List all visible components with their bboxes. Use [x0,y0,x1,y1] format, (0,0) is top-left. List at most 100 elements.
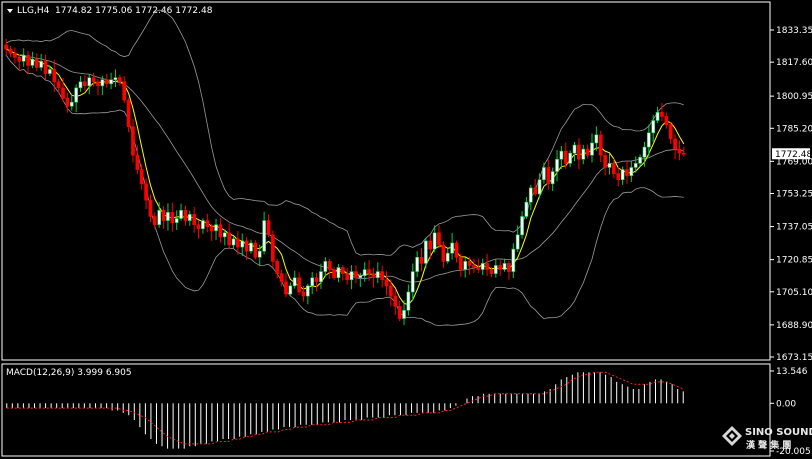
candle-body [572,144,577,154]
candle-body [616,173,621,181]
macd-tick-label: 0.00 [776,399,796,409]
candle-body [183,210,188,221]
price-tick-label: 1753.25 [776,190,812,200]
candle-body [17,56,22,62]
candle-body [48,69,52,74]
price-tick-label: 1737.05 [776,223,812,233]
candle-body [642,146,647,158]
candle-body [78,81,83,89]
candle-body [218,224,223,238]
candle-body [428,240,433,250]
candle-body [612,163,616,174]
candle-body [262,220,266,252]
candle-body [292,277,297,287]
candle-body [126,99,131,127]
candle-body [83,81,87,87]
candle-body [559,150,564,160]
candle-body [590,142,594,156]
candle-body [511,248,516,272]
trading-chart: LLG,H4 1774.82 1775.06 1772.46 1772.48 1… [0,0,812,459]
price-tick-label: 1785.20 [776,124,812,134]
logo-chinese: 漢 聲 集 團 [746,439,791,451]
candle-body [537,179,542,195]
candle [253,240,258,260]
candle-body [450,242,454,254]
candle-body [668,124,673,140]
candle-body [301,291,306,297]
candle-body [244,240,249,252]
symbol-label: LLG,H4 [17,6,50,16]
candle-body [362,269,367,276]
candle-body [174,218,179,223]
candle-body [581,148,586,160]
candle-body [485,263,489,270]
candle-body [201,220,205,230]
candle-body [39,61,43,68]
candle-body [607,163,612,168]
price-tick-label: 1688.90 [776,321,812,331]
candle-body [528,187,533,203]
price-tick-label: 1705.10 [776,288,812,298]
candle-body [74,87,78,103]
price-tick-label: 1817.60 [776,58,812,68]
candle-body [393,295,398,307]
candle-body [406,291,411,311]
candle-body [310,277,315,287]
candle-body [113,77,118,81]
candle-body [100,79,105,87]
candle-body [170,212,175,223]
candle-body [275,261,280,274]
candle-body [563,150,568,164]
candle-body [196,224,201,230]
candle-body [502,263,507,270]
candle-body [43,61,48,74]
candle-body [603,154,607,168]
candle-body [384,279,389,287]
candle-body [585,148,590,156]
candle-body [21,54,26,62]
candle-body [26,54,30,66]
candle-body [222,232,227,238]
candle-body [144,183,148,201]
candle-body [69,101,74,107]
ohlc-readout: 1774.82 1775.06 1772.46 1772.48 [55,6,213,16]
price-tick-label: 1673.15 [776,353,812,363]
candle-body [441,244,446,262]
candle-body [323,261,328,272]
candle-body [61,87,65,99]
candle-body [332,269,336,278]
candle-body [375,271,380,278]
candle-body [681,152,686,155]
candle-body [598,134,603,156]
macd-label: MACD(12,26,9) 3.999 6.905 [6,368,132,378]
candle-body [205,220,210,227]
candle-body [472,265,476,268]
candle-body [419,256,424,264]
candle-body [319,271,323,283]
candle-body [498,265,503,270]
chart-header[interactable]: LLG,H4 1774.82 1775.06 1772.46 1772.48 [7,6,213,16]
candle-body [410,271,415,293]
candle-body [445,252,450,262]
candle-body [371,273,376,278]
candle-body [340,267,345,274]
candle-body [459,256,463,270]
candle-body [65,97,70,107]
candle-body [625,169,629,176]
macd-tick-label: 13.546 [776,367,808,377]
candle-body [354,271,358,278]
candle-body [288,285,293,295]
candle-body [454,242,459,258]
candle-body [87,77,92,87]
candle-body [550,171,555,185]
candle-body [493,265,498,274]
candle-body [480,263,485,270]
candle-body [655,112,660,121]
candle-body [467,261,472,266]
candle-body [148,199,153,217]
candle-body [660,112,664,117]
candle-body [284,281,288,295]
candle-body [415,256,419,272]
candle-body [633,163,638,168]
candle-body [463,261,468,270]
